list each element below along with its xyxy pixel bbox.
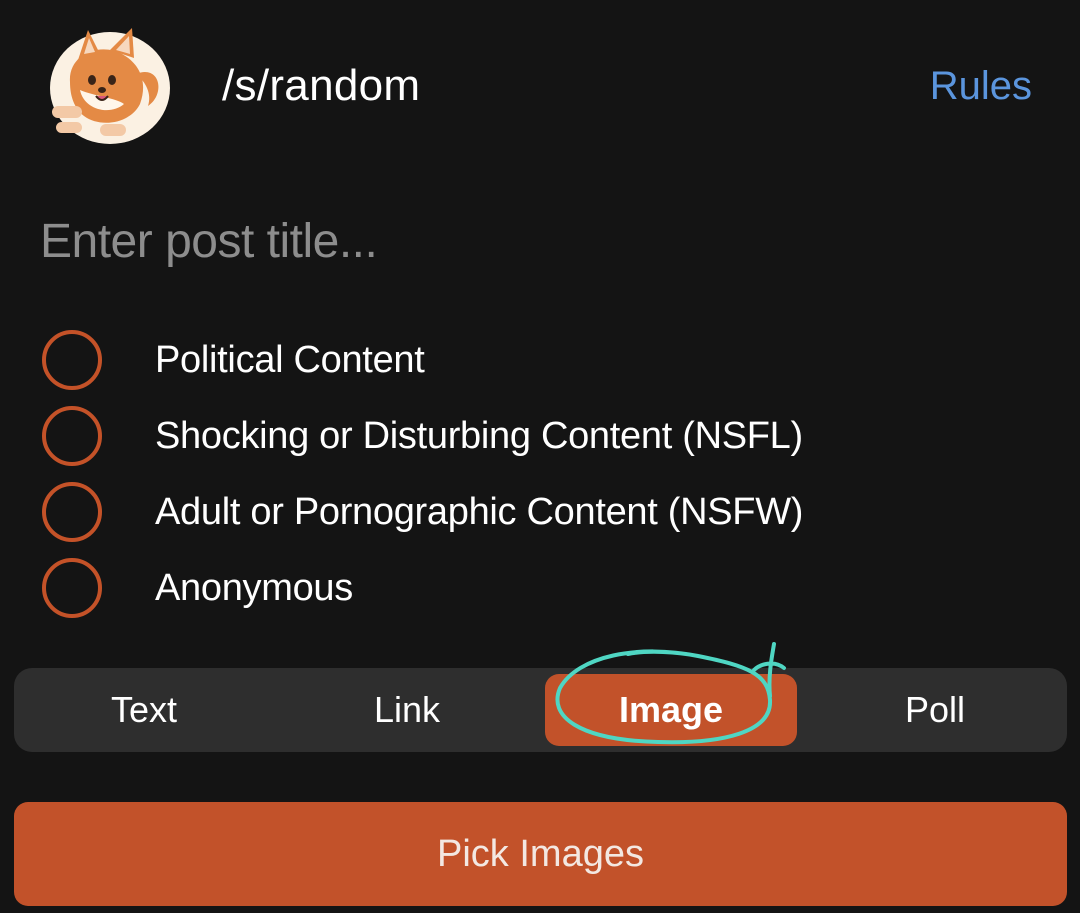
radio-button[interactable] <box>42 482 102 542</box>
community-avatar[interactable] <box>40 24 172 148</box>
radio-button[interactable] <box>42 330 102 390</box>
create-post-screen: /s/random Rules Political Content Shocki… <box>0 0 1080 913</box>
post-header: /s/random Rules <box>0 0 1080 170</box>
option-label: Adult or Pornographic Content (NSFW) <box>155 490 804 533</box>
option-nsfl[interactable]: Shocking or Disturbing Content (NSFL) <box>40 398 1040 474</box>
option-anonymous[interactable]: Anonymous <box>40 550 1040 626</box>
shiba-dog-avatar-icon <box>50 28 170 144</box>
option-label: Political Content <box>155 338 425 381</box>
post-flags-list: Political Content Shocking or Disturbing… <box>40 322 1040 626</box>
post-type-tabs: Text Link Image Poll <box>14 668 1067 752</box>
post-title-input[interactable] <box>40 208 1040 274</box>
tab-text[interactable]: Text <box>18 674 270 746</box>
rules-link[interactable]: Rules <box>930 60 1032 112</box>
tab-image[interactable]: Image <box>545 674 797 746</box>
option-label: Shocking or Disturbing Content (NSFL) <box>155 414 803 457</box>
option-nsfw[interactable]: Adult or Pornographic Content (NSFW) <box>40 474 1040 550</box>
radio-button[interactable] <box>42 558 102 618</box>
pick-images-button[interactable]: Pick Images <box>14 802 1067 906</box>
community-name[interactable]: /s/random <box>222 58 420 114</box>
option-label: Anonymous <box>155 566 353 609</box>
radio-button[interactable] <box>42 406 102 466</box>
tab-poll[interactable]: Poll <box>809 674 1061 746</box>
option-political[interactable]: Political Content <box>40 322 1040 398</box>
tab-link[interactable]: Link <box>281 674 533 746</box>
